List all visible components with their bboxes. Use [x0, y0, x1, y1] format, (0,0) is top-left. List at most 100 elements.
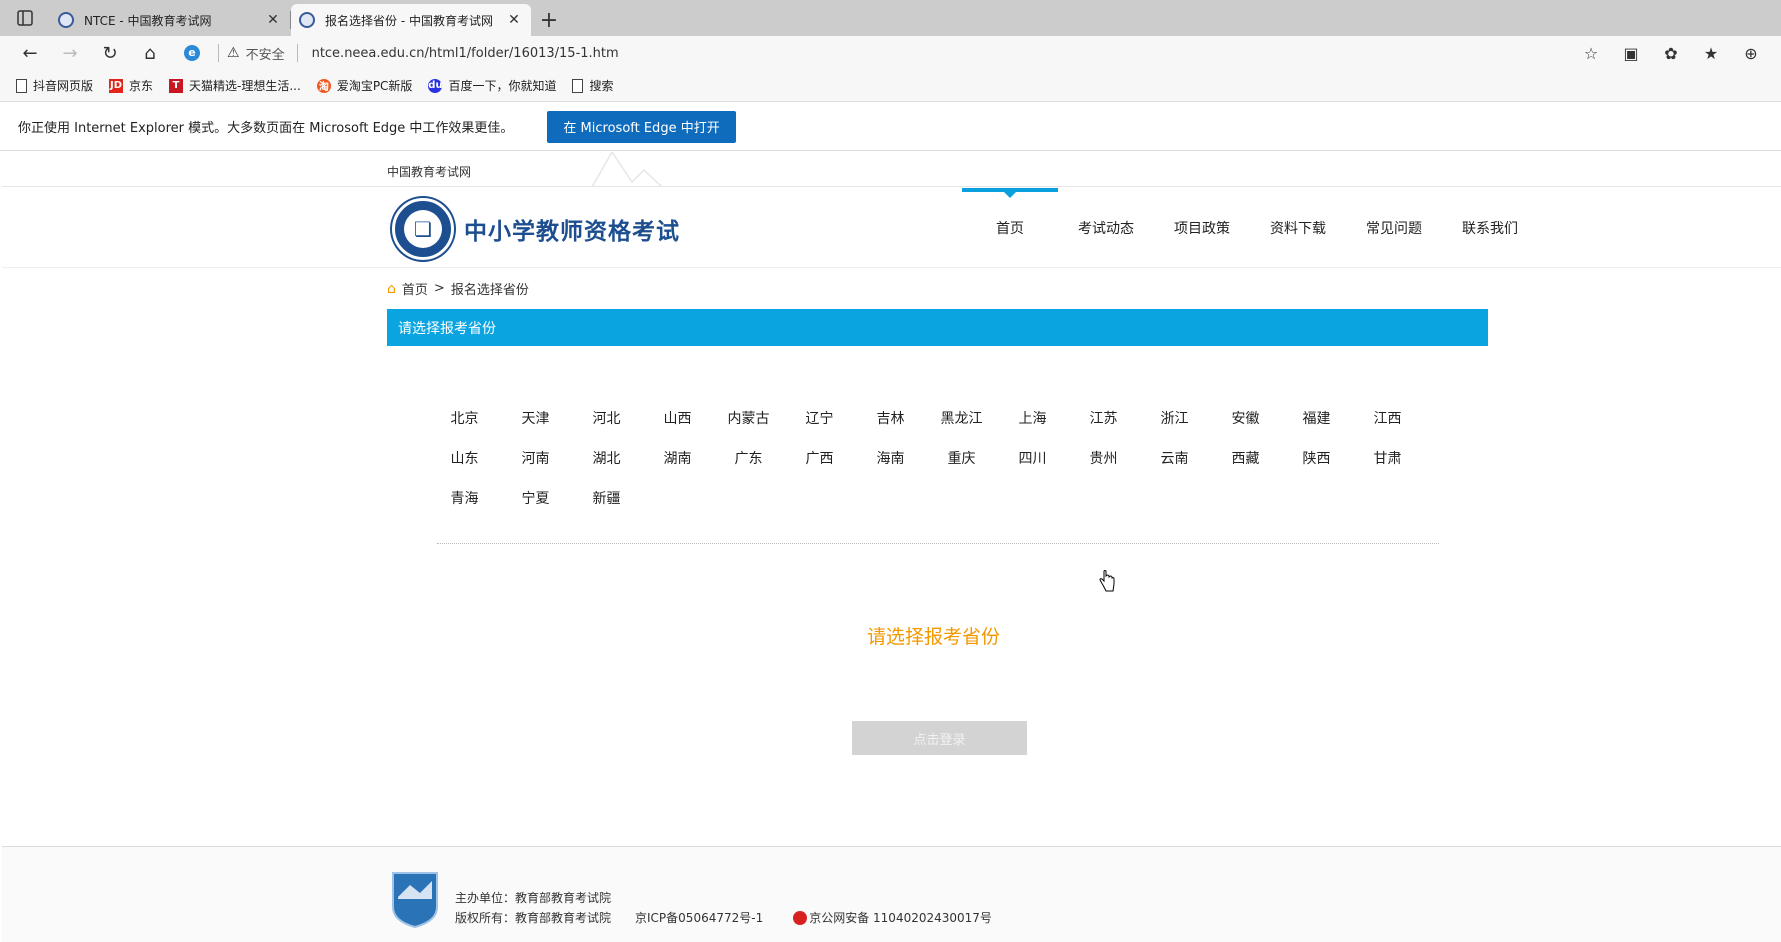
ntce-favicon-icon [299, 12, 315, 28]
address-bar-row: ← → ↻ ⌂ e ⚠ 不安全 ntce.neea.edu.cn/html1/f… [0, 36, 1781, 70]
nav-faq[interactable]: 常见问题 [1346, 188, 1442, 268]
footer-organizer: 主办单位：教育部教育考试院 [455, 891, 612, 905]
province-link[interactable]: 贵州 [1068, 448, 1139, 468]
security-label[interactable]: 不安全 [246, 44, 285, 63]
collections-add-icon[interactable]: ⊕ [1731, 44, 1771, 63]
bookmark-label: 爱淘宝PC新版 [336, 79, 413, 93]
nav-downloads[interactable]: 资料下载 [1250, 188, 1346, 268]
province-link[interactable]: 江西 [1352, 408, 1423, 428]
province-link[interactable]: 山西 [642, 408, 713, 428]
ie-mode-infobar: 你正使用 Internet Explorer 模式。大多数页面在 Microso… [0, 103, 1781, 151]
aitaobao-icon: 淘 [316, 78, 331, 93]
bookmark-label: 百度一下，你就知道 [448, 79, 557, 93]
new-tab-button[interactable]: + [531, 4, 567, 36]
province-link[interactable]: 青海 [429, 488, 500, 508]
province-link[interactable]: 海南 [855, 448, 926, 468]
ntce-favicon-icon [58, 12, 74, 28]
tab-actions-button[interactable] [0, 0, 50, 36]
province-link[interactable]: 广东 [713, 448, 784, 468]
toolbar-icons: ☆ ▣ ✿ ★ ⊕ [1571, 44, 1771, 63]
nav-home[interactable]: 首页 [962, 188, 1058, 268]
province-link[interactable]: 辽宁 [784, 408, 855, 428]
login-button[interactable]: 点击登录 [852, 721, 1027, 755]
province-link[interactable]: 陕西 [1281, 448, 1352, 468]
province-link[interactable]: 云南 [1139, 448, 1210, 468]
province-link[interactable]: 吉林 [855, 408, 926, 428]
select-province-prompt: 请选择报考省份 [867, 626, 1001, 648]
dotted-divider [437, 543, 1439, 544]
warning-icon: ⚠ [227, 45, 240, 61]
province-link[interactable]: 湖北 [571, 448, 642, 468]
footer-icp-link[interactable]: 京ICP备05064772号-1 [635, 909, 763, 926]
province-link[interactable]: 上海 [997, 408, 1068, 428]
home-button[interactable]: ⌂ [130, 36, 170, 70]
bookmark-aitaobao[interactable]: 淘 爱淘宝PC新版 [316, 77, 413, 94]
bookmark-tmall[interactable]: T 天猫精选-理想生活... [169, 77, 301, 94]
bookmark-jd[interactable]: JD 京东 [109, 77, 153, 94]
mountain-decoration-icon [592, 152, 663, 187]
province-link[interactable]: 江苏 [1068, 408, 1139, 428]
add-favorite-icon[interactable]: ☆ [1571, 44, 1611, 63]
hand-cursor-icon [1099, 570, 1115, 592]
collections-icon[interactable]: ▣ [1611, 44, 1651, 63]
close-tab-icon[interactable]: ✕ [264, 12, 282, 28]
favorites-icon[interactable]: ★ [1691, 44, 1731, 63]
bookmark-search[interactable]: 搜索 [572, 77, 613, 94]
site-footer: 主办单位：教育部教育考试院 版权所有：教育部教育考试院 京ICP备0506477… [2, 846, 1781, 942]
province-link[interactable]: 山东 [429, 448, 500, 468]
url-text[interactable]: ntce.neea.edu.cn/html1/folder/16013/15-1… [312, 46, 619, 61]
province-link[interactable]: 福建 [1281, 408, 1352, 428]
home-icon: ⌂ [387, 280, 396, 297]
province-link[interactable]: 浙江 [1139, 408, 1210, 428]
province-link[interactable]: 重庆 [926, 448, 997, 468]
tab-bar: NTCE - 中国教育考试网 ✕ 报名选择省份 - 中国教育考试网 ✕ + [0, 0, 1781, 36]
nav-policy[interactable]: 项目政策 [1154, 188, 1250, 268]
province-link[interactable]: 天津 [500, 408, 571, 428]
province-link[interactable]: 湖南 [642, 448, 713, 468]
back-button[interactable]: ← [10, 36, 50, 70]
province-link[interactable]: 安徽 [1210, 408, 1281, 428]
top-site-link[interactable]: 中国教育考试网 [387, 163, 471, 180]
province-link[interactable]: 北京 [429, 408, 500, 428]
footer-copyright-line: 版权所有：教育部教育考试院 京ICP备05064772号-1 京公网安备 110… [455, 909, 992, 926]
baidu-icon: du [428, 78, 443, 93]
nav-contact[interactable]: 联系我们 [1442, 188, 1538, 268]
close-tab-icon[interactable]: ✕ [505, 12, 523, 28]
logo-emblem-icon: ❏ [392, 198, 454, 260]
province-link[interactable]: 广西 [784, 448, 855, 468]
province-list: 北京 天津 河北 山西 内蒙古 辽宁 吉林 黑龙江 上海 江苏 浙江 安徽 福建 江西山东 河南 湖北 湖南 广东… [429, 398, 1449, 518]
breadcrumb-current: 报名选择省份 [450, 283, 529, 298]
footer-police-link[interactable]: 京公网安备 11040202430017号 [809, 909, 992, 926]
province-link[interactable]: 河北 [571, 408, 642, 428]
tab-select-province[interactable]: 报名选择省份 - 中国教育考试网 ✕ [291, 4, 531, 36]
site-top-strip: 中国教育考试网 [2, 152, 1781, 187]
tab-ntce[interactable]: NTCE - 中国教育考试网 ✕ [50, 4, 290, 36]
province-link[interactable]: 甘肃 [1352, 448, 1423, 468]
ie-mode-icon[interactable]: e [184, 45, 200, 61]
site-header: ❏ 中小学教师资格考试 首页 考试动态 项目政策 资料下载 常见问题 联系我们 [2, 188, 1781, 268]
province-link[interactable]: 黑龙江 [926, 408, 997, 428]
province-link[interactable]: 宁夏 [500, 488, 571, 508]
province-link[interactable]: 新疆 [571, 488, 642, 508]
forward-button[interactable]: → [50, 36, 90, 70]
site-title: 中小学教师资格考试 [464, 219, 680, 245]
extensions-icon[interactable]: ✿ [1651, 44, 1691, 63]
breadcrumb-home[interactable]: 首页 [402, 279, 428, 298]
main-nav: 首页 考试动态 项目政策 资料下载 常见问题 联系我们 [962, 188, 1538, 268]
province-link[interactable]: 内蒙古 [713, 408, 784, 428]
page-content: 中国教育考试网 ❏ 中小学教师资格考试 首页 考试动态 项目政策 资料下载 常见… [2, 152, 1781, 942]
bookmark-baidu[interactable]: du 百度一下，你就知道 [428, 77, 556, 94]
bookmark-label: 京东 [129, 79, 154, 93]
refresh-button[interactable]: ↻ [90, 36, 130, 70]
bookmark-label: 天猫精选-理想生活... [189, 79, 301, 93]
province-link[interactable]: 四川 [997, 448, 1068, 468]
tmall-icon: T [169, 78, 184, 93]
nav-exam-news[interactable]: 考试动态 [1058, 188, 1154, 268]
province-link[interactable]: 河南 [500, 448, 571, 468]
open-in-edge-button[interactable]: 在 Microsoft Edge 中打开 [547, 110, 736, 143]
province-link[interactable]: 西藏 [1210, 448, 1281, 468]
bookmark-douyin[interactable]: 抖音网页版 [16, 77, 93, 94]
site-logo[interactable]: ❏ 中小学教师资格考试 [392, 198, 680, 260]
address-field[interactable]: e ⚠ 不安全 ntce.neea.edu.cn/html1/folder/16… [184, 39, 1571, 67]
document-icon [16, 78, 27, 93]
